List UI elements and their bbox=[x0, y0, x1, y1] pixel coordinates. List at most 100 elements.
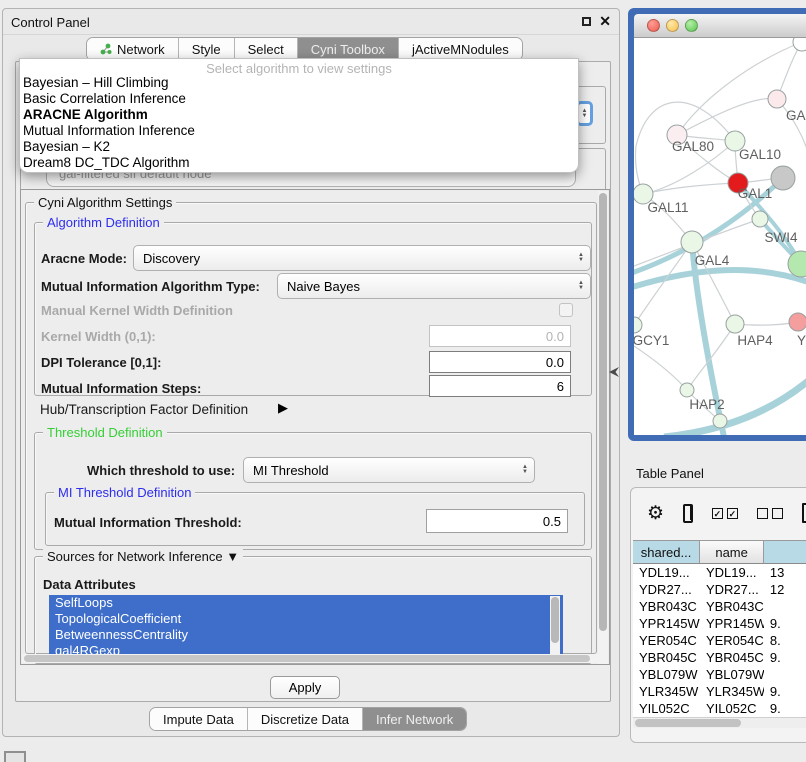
table-cell: 9. bbox=[764, 615, 806, 632]
table-cell: YBR043C bbox=[700, 598, 764, 615]
collapsed-panel-button[interactable] bbox=[4, 751, 26, 762]
expand-right-icon[interactable]: ▶ bbox=[278, 400, 288, 416]
tab-impute-data[interactable]: Impute Data bbox=[150, 708, 247, 730]
table-cell: 9. bbox=[764, 700, 806, 717]
close-window-icon[interactable]: ✕ bbox=[599, 13, 611, 30]
dpi-tolerance-field[interactable]: 0.0 bbox=[429, 351, 571, 373]
mi-type-combo[interactable]: Naive Bayes ▲▼ bbox=[277, 273, 591, 299]
dropdown-item[interactable]: Dream8 DC_TDC Algorithm bbox=[20, 155, 578, 171]
table-row[interactable]: YBR043CYBR043C bbox=[633, 598, 806, 615]
close-traffic-light-icon[interactable] bbox=[647, 19, 660, 32]
table-column-header[interactable] bbox=[764, 540, 806, 564]
collapse-down-icon[interactable]: ▼ bbox=[226, 549, 239, 564]
settings-vertical-scrollbar[interactable] bbox=[598, 191, 608, 664]
table-horizontal-scrollbar[interactable] bbox=[633, 717, 806, 728]
table-row[interactable]: YLR345WYLR345W9. bbox=[633, 683, 806, 700]
mouse-cursor bbox=[609, 367, 620, 377]
tab-jactivemnodules[interactable]: jActiveMNodules bbox=[398, 38, 522, 60]
attribute-list-item[interactable]: TopologicalCoefficient bbox=[49, 611, 563, 627]
which-threshold-label: Which threshold to use: bbox=[87, 463, 235, 478]
cyni-algorithm-settings-groupbox: Cyni Algorithm Settings Algorithm Defini… bbox=[25, 202, 597, 654]
settings-gear-icon[interactable]: ⚙ bbox=[647, 504, 664, 523]
network-node[interactable] bbox=[752, 211, 768, 227]
tab-cyni-toolbox[interactable]: Cyni Toolbox bbox=[297, 38, 398, 60]
network-node[interactable] bbox=[681, 231, 703, 253]
data-attributes-list[interactable]: SelfLoopsTopologicalCoefficientBetweenne… bbox=[49, 595, 563, 657]
tab-network[interactable]: Network bbox=[87, 38, 178, 60]
document-icon[interactable] bbox=[802, 503, 806, 523]
table-cell: YDL19... bbox=[633, 564, 700, 581]
split-columns-icon[interactable] bbox=[683, 504, 693, 523]
table-row[interactable]: YER054CYER054C8. bbox=[633, 632, 806, 649]
network-node[interactable] bbox=[793, 38, 806, 51]
tab-label: Select bbox=[248, 42, 284, 57]
mi-steps-field[interactable]: 6 bbox=[429, 375, 571, 397]
table-row[interactable]: YBR045CYBR045C9. bbox=[633, 649, 806, 666]
control-panel-titlebar: Control Panel ✕ bbox=[3, 9, 619, 35]
tab-infer-network[interactable]: Infer Network bbox=[362, 708, 466, 730]
tab-select[interactable]: Select bbox=[234, 38, 297, 60]
table-row[interactable]: YDL19...YDL19...13 bbox=[633, 564, 806, 581]
mi-threshold-label: Mutual Information Threshold: bbox=[54, 515, 242, 530]
table-column-header[interactable]: shared... bbox=[633, 540, 700, 564]
settings-horizontal-scrollbar[interactable] bbox=[22, 654, 598, 663]
dropdown-item[interactable]: Bayesian – K2 bbox=[20, 139, 578, 155]
network-node[interactable] bbox=[713, 414, 727, 428]
algorithm-definition-title: Algorithm Definition bbox=[43, 215, 164, 230]
combo-spinner-icon: ▲▼ bbox=[578, 281, 584, 291]
attributes-scrollbar[interactable] bbox=[550, 596, 560, 656]
dropdown-item[interactable]: ARACNE Algorithm bbox=[20, 107, 578, 123]
deselect-checkboxes-icon[interactable] bbox=[757, 508, 783, 519]
dropdown-item[interactable]: Mutual Information Inference bbox=[20, 123, 578, 139]
tab-discretize-data[interactable]: Discretize Data bbox=[247, 708, 362, 730]
mi-steps-label: Mutual Information Steps: bbox=[41, 381, 201, 396]
network-node-label: GAL bbox=[786, 108, 806, 123]
mi-type-value: Naive Bayes bbox=[287, 279, 360, 294]
tab-label: Network bbox=[117, 42, 165, 57]
table-row[interactable]: YPR145WYPR145W9. bbox=[633, 615, 806, 632]
network-node[interactable] bbox=[789, 313, 806, 331]
hub-definition-label: Hub/Transcription Factor Definition bbox=[40, 402, 248, 417]
network-node-label: HAP4 bbox=[737, 333, 773, 348]
apply-button[interactable]: Apply bbox=[270, 676, 340, 699]
table-panel-title: Table Panel bbox=[636, 466, 704, 481]
which-threshold-combo[interactable]: MI Threshold ▲▼ bbox=[243, 457, 535, 483]
network-node[interactable] bbox=[680, 383, 694, 397]
aracne-mode-combo[interactable]: Discovery ▲▼ bbox=[133, 245, 591, 271]
dropdown-prompt: Select algorithm to view settings bbox=[20, 59, 578, 75]
network-node[interactable] bbox=[768, 90, 786, 108]
sources-title: Sources for Network Inference ▼ bbox=[43, 549, 243, 564]
cyni-settings-title: Cyni Algorithm Settings bbox=[34, 195, 176, 210]
tab-style[interactable]: Style bbox=[178, 38, 234, 60]
network-canvas[interactable]: GALGAL80GAL10GAL1GAL11SWI4GAL4GCY1HAP4YH… bbox=[634, 38, 806, 435]
network-node[interactable] bbox=[726, 315, 744, 333]
select-all-checkboxes-icon[interactable]: ✓✓ bbox=[712, 508, 738, 519]
network-node[interactable] bbox=[634, 317, 642, 333]
manual-kernel-checkbox[interactable] bbox=[559, 303, 573, 317]
table-cell: YIL052C bbox=[633, 700, 700, 717]
network-window-titlebar[interactable] bbox=[634, 14, 806, 38]
network-node-label: GAL10 bbox=[739, 147, 781, 162]
table-body: YDL19...YDL19...13YDR27...YDR27...12YBR0… bbox=[633, 564, 806, 717]
mi-threshold-field[interactable]: 0.5 bbox=[426, 509, 568, 533]
table-row[interactable]: YIL052CYIL052C9. bbox=[633, 700, 806, 717]
table-cell: YBL079W bbox=[700, 666, 764, 683]
table-cell: YDR27... bbox=[700, 581, 764, 598]
attribute-list-item[interactable]: SelfLoops bbox=[49, 595, 563, 611]
table-cell: YBR045C bbox=[633, 649, 700, 666]
zoom-traffic-light-icon[interactable] bbox=[685, 19, 698, 32]
minimize-traffic-light-icon[interactable] bbox=[666, 19, 679, 32]
attribute-list-item[interactable]: BetweennessCentrality bbox=[49, 627, 563, 643]
dropdown-item[interactable]: Basic Correlation Inference bbox=[20, 91, 578, 107]
dropdown-item[interactable]: Bayesian – Hill Climbing bbox=[20, 75, 578, 91]
kernel-width-field[interactable]: 0.0 bbox=[429, 325, 571, 347]
table-row[interactable]: YDR27...YDR27...12 bbox=[633, 581, 806, 598]
kernel-width-label: Kernel Width (0,1): bbox=[41, 329, 156, 344]
dpi-tolerance-label: DPI Tolerance [0,1]: bbox=[41, 355, 161, 370]
table-cell: YPR145W bbox=[700, 615, 764, 632]
table-row[interactable]: YBL079WYBL079W bbox=[633, 666, 806, 683]
float-window-icon[interactable] bbox=[582, 17, 591, 26]
table-column-header[interactable]: name bbox=[700, 540, 764, 564]
network-node[interactable] bbox=[771, 166, 795, 190]
algorithm-dropdown-list: Bayesian – Hill ClimbingBasic Correlatio… bbox=[20, 75, 578, 171]
